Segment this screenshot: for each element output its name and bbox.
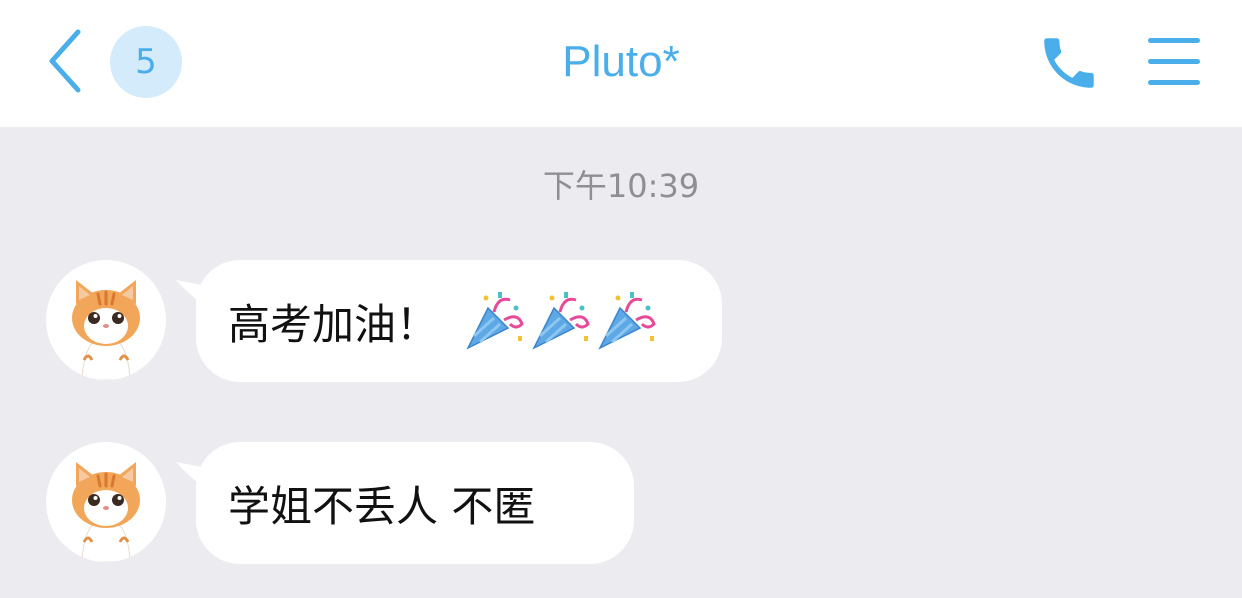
message-timestamp: 下午10:39 <box>542 167 700 205</box>
hamburger-menu-icon-line <box>1148 59 1200 64</box>
phone-icon <box>1044 38 1094 88</box>
voice-call-button[interactable] <box>1036 30 1102 96</box>
party-popper-icon <box>532 292 590 350</box>
party-popper-icon <box>466 292 524 350</box>
sender-avatar[interactable] <box>46 442 166 562</box>
message-text: 高考加油！ <box>228 299 439 349</box>
message-bubble[interactable]: 学姐不丢人 不匿 <box>196 442 634 564</box>
message-text: 学姐不丢人 不匿 <box>228 481 536 531</box>
chat-header: 5 Pluto* <box>0 0 1242 127</box>
unread-count-badge[interactable]: 5 <box>110 26 182 98</box>
orange-tabby-cat-avatar-icon <box>72 462 140 562</box>
hamburger-menu-icon <box>1148 38 1200 43</box>
back-button[interactable] <box>40 26 88 96</box>
chevron-left-icon <box>49 29 81 93</box>
hamburger-menu-icon-line <box>1148 80 1200 85</box>
menu-button[interactable] <box>1146 36 1202 88</box>
party-popper-icon <box>598 292 656 350</box>
message-bubble[interactable]: 高考加油！ <box>196 260 722 382</box>
sender-avatar[interactable] <box>46 260 166 380</box>
orange-tabby-cat-avatar-icon <box>72 280 140 380</box>
